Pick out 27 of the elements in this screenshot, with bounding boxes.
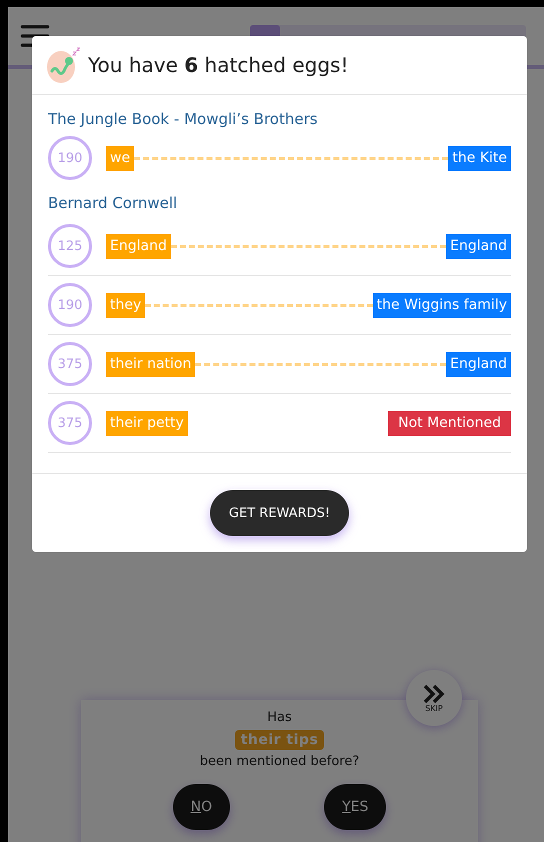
mention-chip: they <box>106 292 146 318</box>
mention-chip: their nation <box>106 352 196 376</box>
mention-chip: their tips <box>234 730 324 750</box>
no-button[interactable]: NO <box>172 784 230 830</box>
score-circle: 125 <box>48 224 92 268</box>
answer-chip: the Kite <box>448 146 511 170</box>
hatched-egg-icon <box>46 47 80 83</box>
mention-chip: we <box>106 146 134 170</box>
group-title: Bernard Cornwell <box>48 193 178 214</box>
get-rewards-button[interactable]: GET REWARDS! <box>210 490 350 536</box>
answer-chip: England <box>446 234 511 258</box>
answer-chip: England <box>446 352 511 376</box>
score-circle: 190 <box>48 136 92 180</box>
question-text: Has <box>267 709 292 727</box>
score-circle: 375 <box>48 401 92 445</box>
not-mentioned-chip: Not Mentioned <box>388 410 511 436</box>
skip-button[interactable]: SKIP <box>406 670 462 726</box>
double-chevron-icon <box>422 684 446 704</box>
score-circle: 190 <box>48 283 92 327</box>
score-circle: 375 <box>48 342 92 386</box>
modal-title: You have 6 hatched eggs! <box>88 53 348 77</box>
answer-chip: the Wiggins family <box>372 292 511 318</box>
mention-chip: their petty <box>106 410 188 436</box>
group-title: The Jungle Book - Mowgli’s Brothers <box>48 109 319 130</box>
question-text: been mentioned before? <box>200 753 360 771</box>
yes-button[interactable]: YES <box>324 784 386 830</box>
mention-chip: England <box>106 234 171 258</box>
